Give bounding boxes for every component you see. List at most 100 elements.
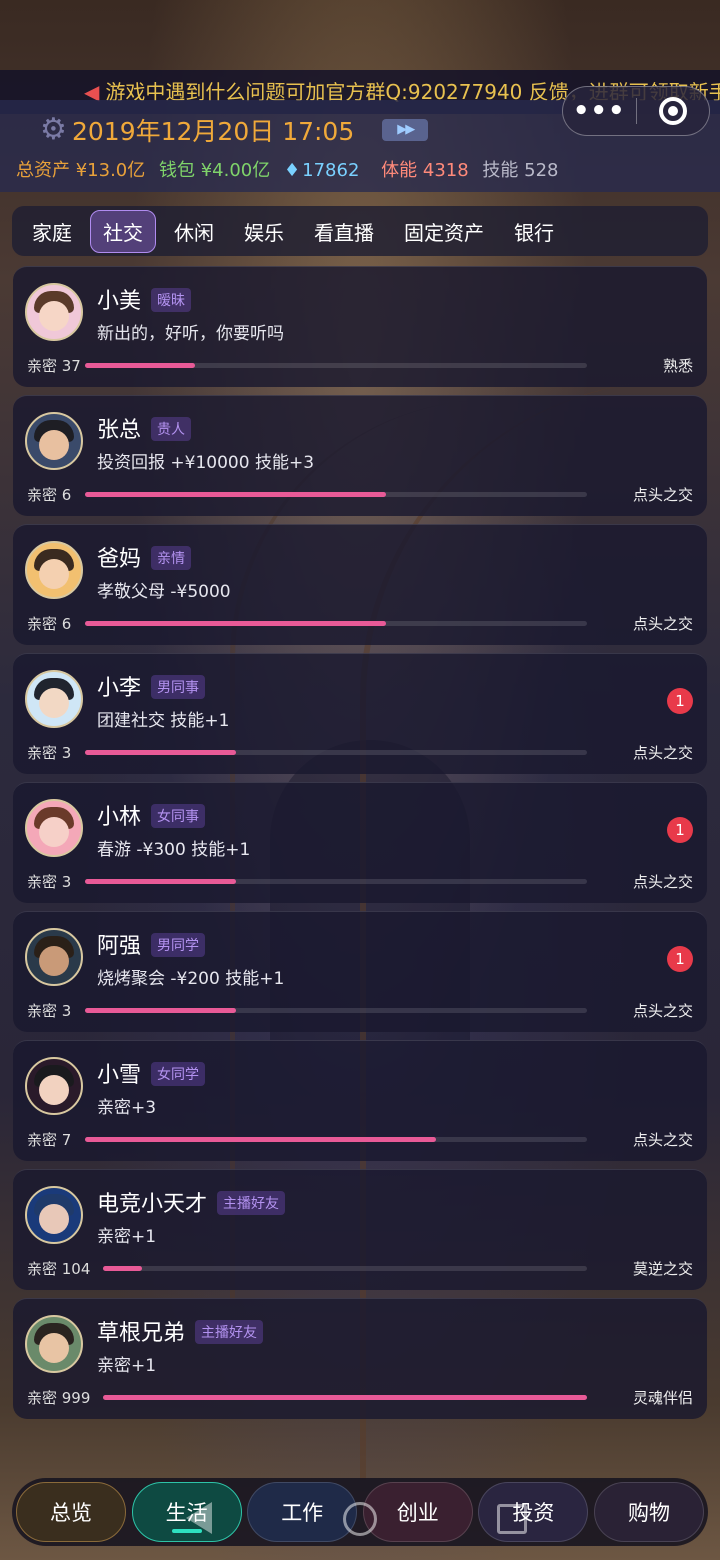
relationship-tag: 女同学 bbox=[151, 1062, 206, 1086]
relationship-tag: 亲情 bbox=[151, 546, 192, 570]
contact-name: 小林 女同事 bbox=[97, 799, 206, 831]
intimacy-value: 亲密 7 bbox=[27, 1131, 72, 1149]
intimacy-progress-fill bbox=[85, 1008, 236, 1013]
notification-badge: 1 bbox=[667, 817, 693, 843]
nav-work[interactable]: 工作 bbox=[247, 1482, 358, 1542]
gear-icon[interactable]: ⚙ bbox=[40, 115, 70, 145]
contact-card[interactable]: 小雪 女同学 亲密+3 亲密 7 点头之交 bbox=[13, 1040, 707, 1161]
intimacy-value: 亲密 999 bbox=[27, 1389, 91, 1407]
nav-life[interactable]: 生活 bbox=[131, 1482, 242, 1542]
avatar bbox=[25, 541, 83, 599]
intimacy-progress-fill bbox=[103, 1395, 587, 1400]
contact-name: 小雪 女同学 bbox=[97, 1057, 206, 1089]
bottom-navigation: 总览 生活 工作 创业 投资 购物 bbox=[12, 1478, 708, 1546]
intimacy-value: 亲密 104 bbox=[27, 1260, 91, 1278]
relationship-level: 灵魂伴侣 bbox=[632, 1389, 693, 1407]
relationship-level: 点头之交 bbox=[632, 744, 693, 762]
intimacy-progress-track bbox=[85, 750, 587, 755]
intimacy-value: 亲密 3 bbox=[27, 873, 72, 891]
contact-name: 阿强 男同学 bbox=[97, 928, 206, 960]
nav-overview[interactable]: 总览 bbox=[16, 1482, 126, 1542]
relationship-tag: 贵人 bbox=[151, 417, 192, 441]
contact-action: 新出的，好听，你要听吗 bbox=[97, 324, 284, 344]
intimacy-progress-fill bbox=[85, 1137, 437, 1142]
avatar-face bbox=[39, 1075, 69, 1105]
intimacy-progress-fill bbox=[85, 492, 387, 497]
relationship-level: 点头之交 bbox=[632, 615, 693, 633]
contact-card[interactable]: 小李 男同事 团建社交 技能+1 亲密 3 点头之交 1 bbox=[13, 653, 707, 774]
relationship-tag: 男同学 bbox=[151, 933, 206, 957]
intimacy-progress-fill bbox=[85, 879, 236, 884]
intimacy-progress-track bbox=[85, 1137, 587, 1142]
notification-badge: 1 bbox=[667, 688, 693, 714]
contact-card[interactable]: 小美 暧昧 新出的，好听，你要听吗 亲密 37 熟悉 bbox=[13, 266, 707, 387]
tab-family[interactable]: 家庭 bbox=[20, 211, 84, 252]
intimacy-progress-track bbox=[103, 1266, 587, 1271]
intimacy-value: 亲密 3 bbox=[27, 744, 72, 762]
avatar bbox=[25, 670, 83, 728]
contact-card[interactable]: 阿强 男同学 烧烤聚会 -¥200 技能+1 亲密 3 点头之交 1 bbox=[13, 911, 707, 1032]
intimacy-progress-fill bbox=[103, 1266, 142, 1271]
category-tabs: 家庭 社交 休闲 娱乐 看直播 固定资产 银行 bbox=[12, 206, 708, 256]
tab-fixed-assets[interactable]: 固定资产 bbox=[392, 211, 496, 252]
avatar bbox=[25, 283, 83, 341]
notification-badge: 1 bbox=[667, 946, 693, 972]
contact-action: 亲密+3 bbox=[97, 1098, 157, 1118]
contact-card[interactable]: 爸妈 亲情 孝敬父母 -¥5000 亲密 6 点头之交 bbox=[13, 524, 707, 645]
tab-leisure[interactable]: 休闲 bbox=[162, 211, 226, 252]
tab-social[interactable]: 社交 bbox=[90, 209, 156, 253]
resource-stats: 总资产 ¥13.0亿 钱包 ¥4.00亿 ♦ 17862 体能 4318 技能 5… bbox=[16, 156, 566, 182]
wallet-balance: 钱包 ¥4.00亿 bbox=[159, 160, 271, 181]
nav-shopping[interactable]: 购物 bbox=[593, 1482, 704, 1542]
intimacy-progress-fill bbox=[85, 621, 387, 626]
intimacy-progress-track bbox=[85, 363, 587, 368]
contact-card[interactable]: 草根兄弟 主播好友 亲密+1 亲密 999 灵魂伴侣 bbox=[13, 1298, 707, 1419]
tab-bank[interactable]: 银行 bbox=[502, 211, 566, 252]
contact-name: 小美 暧昧 bbox=[97, 283, 192, 315]
diamond-count: ♦ 17862 bbox=[284, 160, 360, 181]
tab-entertainment[interactable]: 娱乐 bbox=[232, 211, 296, 252]
contact-card[interactable]: 小林 女同事 春游 -¥300 技能+1 亲密 3 点头之交 1 bbox=[13, 782, 707, 903]
relationship-level: 点头之交 bbox=[632, 1002, 693, 1020]
relationship-level: 莫逆之交 bbox=[632, 1260, 693, 1278]
more-menu-button[interactable]: ••• bbox=[563, 96, 636, 126]
relationship-tag: 男同事 bbox=[151, 675, 206, 699]
relationship-tag: 女同事 bbox=[151, 804, 206, 828]
contact-name: 电竞小天才 主播好友 bbox=[97, 1186, 286, 1218]
avatar-face bbox=[39, 1333, 69, 1363]
intimacy-value: 亲密 3 bbox=[27, 1002, 72, 1020]
contact-card[interactable]: 电竞小天才 主播好友 亲密+1 亲密 104 莫逆之交 bbox=[13, 1169, 707, 1290]
contact-name: 张总 贵人 bbox=[97, 412, 192, 444]
mini-program-capsule: ••• bbox=[562, 86, 710, 136]
intimacy-progress-track bbox=[85, 492, 587, 497]
nav-startup[interactable]: 创业 bbox=[362, 1482, 473, 1542]
intimacy-progress-track bbox=[85, 1008, 587, 1013]
contact-action: 团建社交 技能+1 bbox=[97, 711, 230, 731]
avatar bbox=[25, 412, 83, 470]
relationship-tag: 主播好友 bbox=[217, 1191, 286, 1215]
intimacy-progress-track bbox=[103, 1395, 587, 1400]
contact-name: 草根兄弟 主播好友 bbox=[97, 1315, 264, 1347]
contact-card[interactable]: 张总 贵人 投资回报 +¥10000 技能+3 亲密 6 点头之交 bbox=[13, 395, 707, 516]
contact-action: 投资回报 +¥10000 技能+3 bbox=[97, 453, 315, 473]
avatar-face bbox=[39, 1204, 69, 1234]
avatar-face bbox=[39, 946, 69, 976]
avatar bbox=[25, 928, 83, 986]
relationship-tag: 暧昧 bbox=[151, 288, 192, 312]
intimacy-progress-fill bbox=[85, 363, 196, 368]
intimacy-progress-fill bbox=[85, 750, 236, 755]
tab-live-stream[interactable]: 看直播 bbox=[302, 211, 386, 252]
avatar bbox=[25, 1057, 83, 1115]
intimacy-progress-track bbox=[85, 879, 587, 884]
contact-list: 小美 暧昧 新出的，好听，你要听吗 亲密 37 熟悉 张总 贵人 投资回报 +¥10… bbox=[13, 266, 707, 1427]
close-program-button[interactable] bbox=[637, 97, 710, 125]
intimacy-value: 亲密 6 bbox=[27, 615, 72, 633]
fast-forward-button[interactable]: ▶▶ bbox=[382, 119, 429, 141]
skill-stat: 技能 528 bbox=[482, 160, 559, 181]
contact-action: 孝敬父母 -¥5000 bbox=[97, 582, 231, 602]
avatar-face bbox=[39, 817, 69, 847]
nav-invest[interactable]: 投资 bbox=[478, 1482, 589, 1542]
relationship-level: 熟悉 bbox=[662, 357, 693, 375]
contact-action: 春游 -¥300 技能+1 bbox=[97, 840, 251, 860]
avatar bbox=[25, 1186, 83, 1244]
